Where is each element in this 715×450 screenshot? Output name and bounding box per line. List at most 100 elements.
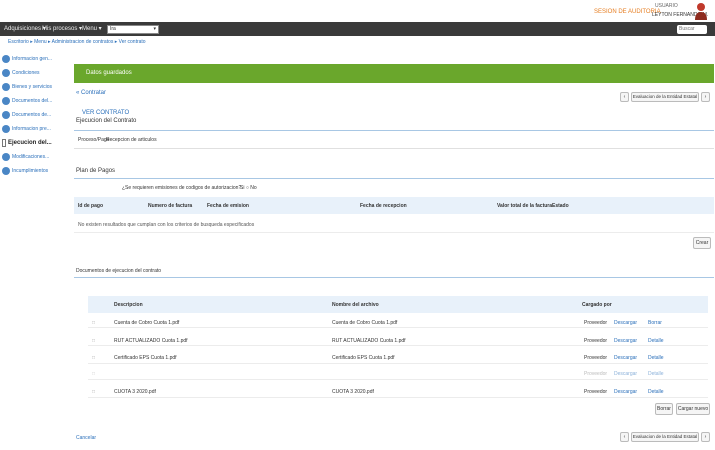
marker-icon xyxy=(2,139,6,147)
documents-title: Documentos de ejecucion del contrato xyxy=(76,268,162,274)
menu-menu[interactable]: Menu ▾ xyxy=(82,25,102,32)
chevron-left-icon: ‹ xyxy=(623,94,626,100)
divider xyxy=(74,277,714,278)
row-checkbox[interactable]: □ xyxy=(92,371,95,377)
search-input[interactable] xyxy=(677,25,707,34)
next-button[interactable]: › xyxy=(701,92,710,102)
table-cell-description: CUOTA 3 2020.pdf xyxy=(114,389,156,395)
download-link[interactable]: Descargar xyxy=(614,338,637,344)
tab-proceso-pago[interactable]: Proceso/Pago xyxy=(78,137,109,143)
sidebar-item-label: Documentos del... xyxy=(12,98,53,104)
row-action-link[interactable]: Detalle xyxy=(648,371,664,377)
upload-new-button[interactable]: Cargar nuevo xyxy=(676,403,710,415)
table-cell-description: Cuenta de Cobro Cuota 1.pdf xyxy=(114,320,180,326)
circle-icon xyxy=(2,55,10,63)
row-action-link[interactable]: Detalle xyxy=(648,389,664,395)
sidebar-item-incumplimientos[interactable]: Incumplimientos xyxy=(2,164,64,178)
sidebar-item-informacion-presupuestal[interactable]: Informacion pre... xyxy=(2,122,64,136)
sidebar-item-label: Ejecucion del... xyxy=(8,140,52,146)
table-cell-uploaded-by: Proveedor xyxy=(584,338,608,344)
prev-button[interactable]: ‹ xyxy=(620,92,629,102)
row-checkbox[interactable]: □ xyxy=(92,320,95,326)
download-link[interactable]: Descargar xyxy=(614,389,637,395)
table-cell-file: Certificado EPS Cuota 1.pdf xyxy=(332,355,395,361)
breadcrumb[interactable]: Escritorio ▸ Menu ▸ Administracion de co… xyxy=(8,39,146,45)
circle-icon xyxy=(2,125,10,133)
chevron-right-icon: › xyxy=(704,94,707,100)
chevron-right-icon: › xyxy=(704,434,707,440)
next-button-bottom[interactable]: › xyxy=(701,432,710,442)
row-action-link[interactable]: Borrar xyxy=(648,320,662,326)
authorization-question: ¿Se requieren emisiones de codigos de au… xyxy=(122,185,242,191)
section-title: Ejecucion del Contrato xyxy=(76,118,137,124)
column-header: Id de pago xyxy=(78,203,103,209)
sidebar-item-documentos-contrato[interactable]: Documentos de... xyxy=(2,108,64,122)
prev-button-bottom[interactable]: ‹ xyxy=(620,432,629,442)
table-cell-file: RUT ACTUALIZADO Cuota 1.pdf xyxy=(332,338,406,344)
divider xyxy=(74,148,714,149)
delete-button[interactable]: Borrar xyxy=(655,403,673,415)
sidebar-item-bienes-servicios[interactable]: Bienes y servicios xyxy=(2,80,64,94)
download-link[interactable]: Descargar xyxy=(614,371,637,377)
table-cell-file: CUOTA 3 2020.pdf xyxy=(332,389,374,395)
cancel-link[interactable]: Cancelar xyxy=(76,435,96,441)
create-button-label: Crear xyxy=(695,240,709,246)
sidebar-item-label: Informacion gen... xyxy=(12,56,53,62)
sidebar-item-documentos-proveedor[interactable]: Documentos del... xyxy=(2,94,64,108)
circle-icon xyxy=(2,153,10,161)
row-divider xyxy=(88,379,708,380)
table-cell-uploaded-by: Proveedor xyxy=(584,371,608,377)
column-header: Cargado por xyxy=(582,302,612,308)
sidebar-item-label: Modificaciones... xyxy=(12,154,50,160)
sidebar: Informacion gen... Condiciones Bienes y … xyxy=(2,52,64,178)
create-button[interactable]: Crear xyxy=(693,237,711,249)
table-cell-uploaded-by: Proveedor xyxy=(584,320,608,326)
circle-icon xyxy=(2,69,10,77)
goto-select-value: Ira xyxy=(110,26,116,32)
evaluation-label: Evaluacion de la Entidad Estatal xyxy=(632,434,698,439)
goto-select[interactable]: Ira ▾ xyxy=(107,25,159,34)
sidebar-item-ejecucion[interactable]: Ejecucion del... xyxy=(2,136,64,150)
menu-mis-procesos[interactable]: Mis procesos ▾ xyxy=(42,25,82,32)
chevron-left-icon: ‹ xyxy=(623,434,626,440)
row-divider xyxy=(74,232,714,233)
evaluation-button[interactable]: Evaluacion de la Entidad Estatal xyxy=(631,92,699,102)
divider xyxy=(74,130,714,131)
authorization-radio[interactable]: Si ○ No xyxy=(240,185,257,191)
avatar-icon[interactable] xyxy=(694,2,708,20)
empty-results-message: No existen resultados que cumplan con lo… xyxy=(78,222,255,228)
divider xyxy=(74,178,714,179)
main-navbar: Adquisiciones ▾ Mis procesos ▾ Menu ▾ Ir… xyxy=(0,22,715,36)
view-contract-link[interactable]: VER CONTRATO xyxy=(82,110,129,116)
table-cell-uploaded-by: Proveedor xyxy=(584,355,608,361)
row-checkbox[interactable]: □ xyxy=(92,389,95,395)
row-checkbox[interactable]: □ xyxy=(92,355,95,361)
menu-adquisiciones[interactable]: Adquisiciones ▾ xyxy=(4,25,46,32)
row-action-link[interactable]: Detalle xyxy=(648,355,664,361)
user-label: USUARIO xyxy=(655,3,678,9)
delete-button-label: Borrar xyxy=(657,406,671,412)
sidebar-item-label: Bienes y servicios xyxy=(12,84,53,90)
tab-recepcion[interactable]: Recepcion de articulos xyxy=(106,137,157,143)
download-link[interactable]: Descargar xyxy=(614,355,637,361)
row-divider xyxy=(88,345,708,346)
sidebar-item-informacion-general[interactable]: Informacion gen... xyxy=(2,52,64,66)
row-checkbox[interactable]: □ xyxy=(92,338,95,344)
evaluation-button-bottom[interactable]: Evaluacion de la Entidad Estatal xyxy=(631,432,699,442)
row-divider xyxy=(88,363,708,364)
column-header: Numero de factura xyxy=(148,203,193,209)
back-link[interactable]: « Contratar xyxy=(76,90,106,96)
download-link[interactable]: Descargar xyxy=(614,320,637,326)
circle-icon xyxy=(2,167,10,175)
documents-table-header xyxy=(88,296,708,313)
session-warning[interactable]: SESION DE AUDITORIA xyxy=(594,9,661,15)
circle-icon xyxy=(2,111,10,119)
row-action-link[interactable]: Detalle xyxy=(648,338,664,344)
sidebar-item-label: Incumplimientos xyxy=(12,168,49,174)
column-header: Valor total de la factura xyxy=(497,203,553,209)
sidebar-item-condiciones[interactable]: Condiciones xyxy=(2,66,64,80)
circle-icon xyxy=(2,83,10,91)
column-header: Descripcion xyxy=(114,302,143,308)
table-cell-description: Certificado EPS Cuota 1.pdf xyxy=(114,355,177,361)
sidebar-item-modificaciones[interactable]: Modificaciones... xyxy=(2,150,64,164)
